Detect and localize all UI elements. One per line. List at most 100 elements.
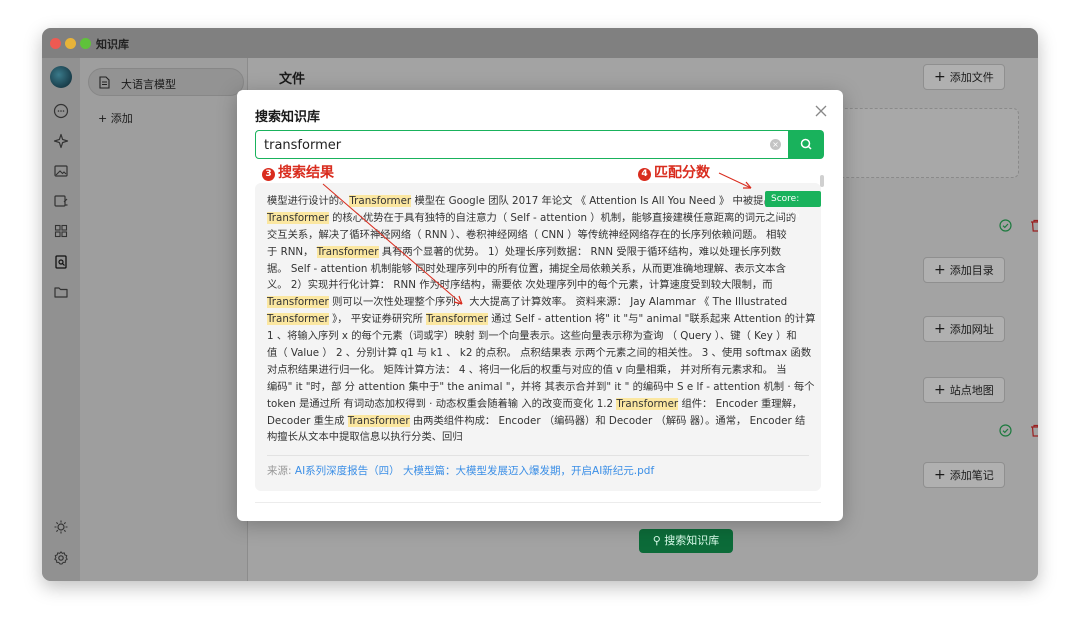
result-text-line: 对点积结果进行归一化。 矩阵计算方法： 4 、将归一化后的权重与对应的值 v 向… bbox=[267, 362, 809, 379]
keyword-highlight: Transformer bbox=[267, 211, 329, 224]
add-directory-label: 添加目录 bbox=[949, 264, 994, 277]
result-text: 模型进行设计的。Transformer 模型在 Google 团队 2017 年… bbox=[267, 193, 816, 446]
keyword-highlight: Transformer bbox=[267, 296, 329, 309]
result-text-segment: 于 RNN， bbox=[267, 245, 317, 258]
keyword-highlight: Transformer bbox=[267, 313, 329, 326]
sitemap-label: 站点地图 bbox=[949, 384, 994, 397]
result-text-segment: token 是通过所 有词动态加权得到 · 动态权重会随着输 入的改变而变化 1… bbox=[267, 397, 617, 410]
result-text-line: token 是通过所 有词动态加权得到 · 动态权重会随着输 入的改变而变化 1… bbox=[267, 396, 809, 413]
window-title: 知识库 bbox=[96, 38, 129, 51]
add-knowledge-base-button[interactable]: + 添加 bbox=[98, 110, 133, 126]
files-section-title: 文件 bbox=[279, 72, 306, 87]
search-button[interactable] bbox=[789, 130, 824, 159]
image-edit-icon[interactable] bbox=[53, 193, 69, 209]
divider bbox=[255, 502, 821, 503]
result-text-segment: 值（ Value ） 2 、分别计算 q1 与 k1 、 k2 的点积。 点积结… bbox=[267, 347, 812, 360]
keyword-highlight: Transformer bbox=[347, 414, 410, 427]
score-badge: Score: 54.1% bbox=[765, 191, 821, 220]
result-text-line: 1 、将输入序列 x 的每个元素（词或字）映射 到一个向量表示。这些向量表示称为… bbox=[267, 328, 809, 345]
add-note-label: 添加笔记 bbox=[949, 469, 994, 482]
annotation-label: 搜索结果 bbox=[278, 165, 334, 181]
source-label: 来源: bbox=[267, 465, 292, 477]
folder-icon[interactable] bbox=[53, 284, 69, 300]
search-icon: ⚲ bbox=[652, 534, 665, 547]
result-text-segment: 》， 平安证券研究所 bbox=[328, 313, 427, 326]
result-text-line: 构擅长从文本中提取信息以执行分类、回归 bbox=[267, 429, 809, 446]
result-text-segment: 构擅长从文本中提取信息以执行分类、回归 bbox=[267, 431, 463, 444]
result-text-segment: 通过 Self - attention 将" it "与" animal "联系… bbox=[487, 313, 816, 326]
result-source: 来源: AI系列深度报告（四） 大模型篇：大模型发展迈入爆发期，开启AI新纪元.… bbox=[267, 463, 654, 478]
result-text-segment: Decoder 重生成 bbox=[267, 414, 348, 427]
result-text-line: 值（ Value ） 2 、分别计算 q1 与 k1 、 k2 的点积。 点积结… bbox=[267, 345, 812, 362]
result-text-line: 于 RNN， Transformer 具有两个显著的优势。 1）处理长序列数据：… bbox=[267, 244, 809, 261]
title-bar: 知识库 bbox=[42, 28, 1038, 58]
add-file-button[interactable]: + 添加文件 bbox=[923, 64, 1005, 90]
result-text-segment: 则可以一次性处理整个序列， 大大提高了计算效率。 资料来源： Jay Alamm… bbox=[328, 296, 788, 309]
knowledge-base-icon[interactable] bbox=[53, 254, 69, 270]
minimize-window-button[interactable] bbox=[65, 38, 76, 49]
search-knowledge-base-label: 搜索知识库 bbox=[664, 534, 720, 547]
result-text-segment: 交互关系，解决了循环神经网络（ RNN ）、卷积神经网络（ CNN ）等传统神经… bbox=[267, 228, 787, 241]
search-result-card: 模型进行设计的。Transformer 模型在 Google 团队 2017 年… bbox=[255, 183, 821, 491]
search-field[interactable]: × bbox=[255, 130, 789, 159]
add-file-label: 添加文件 bbox=[949, 71, 994, 84]
plus-icon: + bbox=[934, 467, 946, 483]
result-text-line: Transformer 则可以一次性处理整个序列， 大大提高了计算效率。 资料来… bbox=[267, 294, 809, 311]
plus-icon: + bbox=[934, 382, 946, 398]
result-text-segment: 据。 Self - attention 机制能够 同时处理序列中的所有位置，捕捉… bbox=[267, 262, 786, 275]
plus-icon: + bbox=[934, 321, 946, 337]
result-text-segment: 模型在 Google 团队 2017 年论文 《 Attention Is Al… bbox=[411, 195, 785, 207]
result-text-segment: 的核心优势在于具有独特的自注意力（ Self - attention ）机制，能… bbox=[328, 211, 797, 224]
avatar[interactable] bbox=[50, 66, 72, 88]
delete-icon[interactable] bbox=[1030, 219, 1038, 232]
document-icon bbox=[99, 76, 110, 89]
result-text-segment: 由两类组件构成： Encoder （编码器）和 Decoder （解码 器）。通… bbox=[409, 414, 806, 427]
close-icon[interactable] bbox=[814, 104, 828, 118]
search-icon bbox=[800, 138, 812, 150]
sparkle-icon[interactable] bbox=[53, 133, 69, 149]
kb-item-label: 大语言模型 bbox=[121, 78, 176, 91]
add-directory-button[interactable]: + 添加目录 bbox=[923, 257, 1005, 283]
image-icon[interactable] bbox=[53, 163, 69, 179]
result-text-segment: 具有两个显著的优势。 1）处理长序列数据： RNN 受限于循环结构，难以处理长序… bbox=[378, 245, 782, 258]
annotation-number: 3 bbox=[262, 168, 275, 181]
result-text-segment: 组件： Encoder 重理解， bbox=[678, 397, 803, 410]
settings-gear-icon[interactable] bbox=[53, 550, 69, 566]
chat-icon[interactable] bbox=[53, 103, 69, 119]
kb-item-large-language-model[interactable]: 大语言模型 bbox=[88, 68, 244, 96]
theme-sun-icon[interactable] bbox=[53, 519, 69, 535]
add-url-button[interactable]: + 添加网址 bbox=[923, 316, 1005, 342]
keyword-highlight: Transformer bbox=[316, 245, 379, 258]
delete-icon[interactable] bbox=[1030, 424, 1038, 437]
annotation-search-results: 3 搜索结果 bbox=[262, 162, 334, 182]
scrollbar[interactable] bbox=[820, 175, 824, 187]
maximize-window-button[interactable] bbox=[80, 38, 91, 49]
plus-icon: + bbox=[934, 69, 946, 85]
sitemap-button[interactable]: + 站点地图 bbox=[923, 377, 1005, 403]
add-url-label: 添加网址 bbox=[949, 323, 994, 336]
annotation-label: 匹配分数 bbox=[654, 165, 710, 181]
result-text-segment: 1 、将输入序列 x 的每个元素（词或字）映射 到一个向量表示。这些向量表示称为… bbox=[267, 330, 797, 343]
result-text-segment: 义。 2）实现并行化计算： RNN 作为时序结构，需要依 次处理序列中的每个元素… bbox=[267, 279, 773, 292]
source-file-link[interactable]: AI系列深度报告（四） 大模型篇：大模型发展迈入爆发期，开启AI新纪元.pdf bbox=[295, 465, 654, 477]
result-text-line: Decoder 重生成 Transformer 由两类组件构成： Encoder… bbox=[267, 413, 809, 430]
result-text-line: 模型进行设计的。Transformer 模型在 Google 团队 2017 年… bbox=[267, 193, 809, 210]
divider bbox=[267, 455, 809, 456]
result-text-segment: 对点积结果进行归一化。 矩阵计算方法： 4 、将归一化后的权重与对应的值 v 向… bbox=[267, 363, 787, 376]
plus-icon: + bbox=[934, 262, 946, 278]
keyword-highlight: Transformer bbox=[616, 397, 679, 410]
search-knowledge-base-button[interactable]: ⚲ 搜索知识库 bbox=[639, 529, 733, 553]
search-dialog: 搜索知识库 × 3搜索结果 4匹配分数 模型进行设计的。Transformer … bbox=[237, 90, 843, 521]
search-input[interactable] bbox=[264, 135, 754, 155]
clear-input-icon[interactable]: × bbox=[770, 139, 781, 150]
add-note-button[interactable]: + 添加笔记 bbox=[923, 462, 1005, 488]
annotation-match-score: 4 匹配分数 bbox=[638, 162, 710, 182]
close-window-button[interactable] bbox=[50, 38, 61, 49]
keyword-highlight: Transformer bbox=[349, 195, 412, 207]
check-circle-icon bbox=[999, 424, 1012, 437]
result-text-line: Transformer 》， 平安证券研究所 Transformer 通过 Se… bbox=[267, 311, 816, 328]
check-circle-icon bbox=[999, 219, 1012, 232]
result-text-line: 据。 Self - attention 机制能够 同时处理序列中的所有位置，捕捉… bbox=[267, 261, 809, 278]
result-text-segment: 模型进行设计的。 bbox=[267, 195, 350, 207]
apps-grid-icon[interactable] bbox=[53, 223, 69, 239]
